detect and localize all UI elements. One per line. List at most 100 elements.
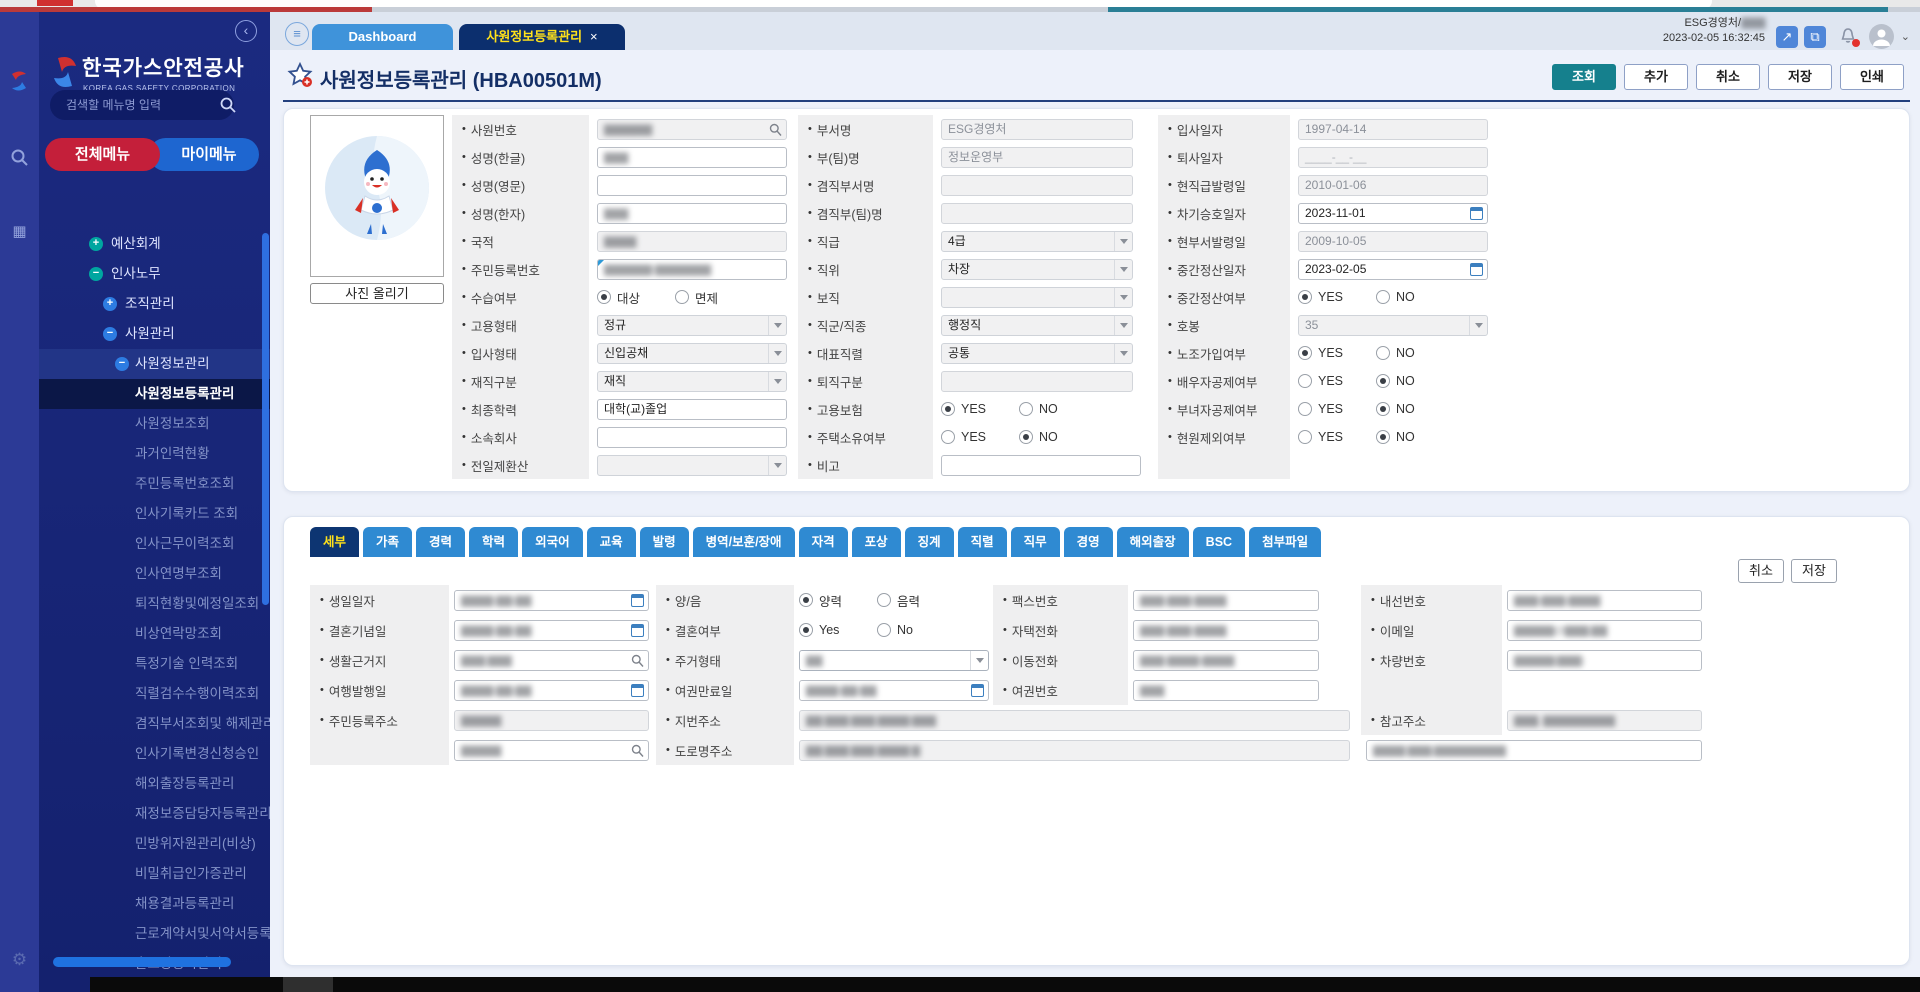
dropdown-icon[interactable] — [768, 316, 786, 335]
field-input[interactable]: ▇▇▇. ▇▇▇▇▇▇▇▇▇ — [1507, 710, 1702, 731]
radio-selected-icon[interactable] — [1376, 402, 1390, 416]
field-input[interactable]: ▇▇▇▇▇@▇▇▇.▇▇ — [1507, 620, 1702, 641]
radio-option[interactable]: Yes — [799, 623, 877, 637]
detail-tab[interactable]: 병역/보훈/장애 — [693, 527, 795, 557]
sidebar-item[interactable]: 퇴직현황및예정일조회 — [39, 589, 270, 619]
sidebar-item[interactable]: 민방위자원관리(비상) — [39, 829, 270, 859]
field-input[interactable] — [941, 203, 1133, 224]
detail-tab[interactable]: 징계 — [905, 527, 954, 557]
radio-icon[interactable] — [1298, 402, 1312, 416]
menu-search-input[interactable]: 검색할 메뉴명 입력 — [50, 90, 234, 120]
date-input[interactable]: ▇▇▇▇-▇▇-▇▇ — [454, 590, 649, 611]
radio-option[interactable]: NO — [1376, 430, 1454, 444]
radio-selected-icon[interactable] — [799, 593, 813, 607]
cancel-button[interactable]: 취소 — [1696, 64, 1760, 90]
sidebar-item[interactable]: 채용결과등록관리 — [39, 889, 270, 919]
calendar-icon[interactable] — [971, 684, 984, 697]
radio-icon[interactable] — [1298, 430, 1312, 444]
detail-tab[interactable]: 경영 — [1064, 527, 1113, 557]
notifications-bell-icon[interactable] — [1838, 26, 1860, 48]
field-select[interactable]: 35 — [1298, 315, 1488, 336]
field-input[interactable]: 2010-01-06 — [1298, 175, 1488, 196]
sidebar-item[interactable]: 과거인력현황 — [39, 439, 270, 469]
collapse-minus-icon[interactable]: − — [89, 267, 103, 281]
sidebar-item[interactable]: 근로계약서및서약서등록관리 — [39, 919, 270, 949]
tab-dashboard[interactable]: Dashboard — [312, 24, 453, 50]
detail-tab[interactable]: 첨부파일 — [1249, 527, 1321, 557]
radio-selected-icon[interactable] — [1019, 430, 1033, 444]
detail-tab[interactable]: 포상 — [852, 527, 901, 557]
radio-icon[interactable] — [941, 430, 955, 444]
rail-grid-icon[interactable]: ▦ — [0, 222, 39, 240]
field-input[interactable] — [941, 175, 1133, 196]
radio-icon[interactable] — [1019, 402, 1033, 416]
user-menu-chevron-down-icon[interactable]: ⌄ — [1901, 30, 1910, 43]
radio-icon[interactable] — [1376, 290, 1390, 304]
detail-tab[interactable]: 직무 — [1011, 527, 1060, 557]
sidebar-item[interactable]: 사원정보등록관리 — [39, 379, 270, 409]
sidebar-item[interactable]: 인사연명부조회 — [39, 559, 270, 589]
radio-icon[interactable] — [675, 290, 689, 304]
radio-icon[interactable] — [1298, 374, 1312, 388]
tab-my-menu[interactable]: 마이메뉴 — [149, 138, 259, 171]
photo-upload-button[interactable]: 사진 올리기 — [310, 283, 444, 304]
tab-close-icon[interactable]: × — [590, 29, 598, 44]
radio-icon[interactable] — [877, 593, 891, 607]
save-button[interactable]: 저장 — [1768, 64, 1832, 90]
sidebar-vertical-scrollbar[interactable] — [262, 233, 269, 605]
dropdown-icon[interactable] — [1469, 316, 1487, 335]
field-input[interactable]: ▇▇▇-▇▇▇-▇▇▇▇ — [1133, 590, 1319, 611]
calendar-icon[interactable] — [631, 594, 644, 607]
field-select[interactable]: 정규 — [597, 315, 787, 336]
radio-selected-icon[interactable] — [1298, 346, 1312, 360]
radio-option[interactable]: YES — [941, 402, 1019, 416]
detail-tab[interactable]: 세부 — [310, 527, 359, 557]
detail-tab[interactable]: 외국어 — [522, 527, 583, 557]
dropdown-icon[interactable] — [1114, 288, 1132, 307]
dropdown-icon[interactable] — [1114, 344, 1132, 363]
sidebar-item[interactable]: 주민등록번호조회 — [39, 469, 270, 499]
rail-settings-gear-icon[interactable]: ⚙ — [0, 950, 39, 970]
field-input[interactable]: ▇▇▇-▇▇▇▇-▇▇▇▇ — [1133, 650, 1319, 671]
detail-tab[interactable]: BSC — [1193, 527, 1245, 557]
field-input[interactable]: ▇▇▇▇▇(▇▇▇) — [1507, 650, 1702, 671]
date-input[interactable]: 2023-02-05 — [1298, 259, 1488, 280]
field-input[interactable]: ▇▇▇▇ — [597, 231, 787, 252]
detail-save-button[interactable]: 저장 — [1791, 559, 1837, 583]
field-input[interactable]: ____-__-__ — [1298, 147, 1488, 168]
detail-tab[interactable]: 학력 — [469, 527, 518, 557]
add-button[interactable]: 추가 — [1624, 64, 1688, 90]
field-select[interactable]: 공통 — [941, 343, 1133, 364]
dropdown-icon[interactable] — [768, 456, 786, 475]
field-input[interactable]: 정보운영부 — [941, 147, 1133, 168]
radio-selected-icon[interactable] — [1298, 290, 1312, 304]
field-input[interactable]: ▇▇▇ — [597, 203, 787, 224]
open-new-window-icon[interactable]: ↗ — [1776, 26, 1798, 48]
calendar-icon[interactable] — [631, 684, 644, 697]
search-input[interactable]: ▇▇▇ ▇▇▇ — [454, 650, 649, 671]
field-input[interactable]: ▇▇▇-▇▇▇-▇▇▇▇ — [1507, 590, 1702, 611]
field-input[interactable]: ▇▇▇▇ ▇▇▇.▇▇▇▇▇▇▇▇▇ — [1366, 740, 1702, 761]
search-input[interactable]: ▇▇▇▇▇ — [454, 740, 649, 761]
favorite-star-icon[interactable] — [287, 62, 313, 88]
expand-plus-icon[interactable]: + — [103, 297, 117, 311]
sidebar-item[interactable]: 해외출장등록관리 — [39, 769, 270, 799]
sidebar-item[interactable]: −사원정보관리 — [39, 349, 270, 379]
radio-selected-icon[interactable] — [1376, 374, 1390, 388]
field-input[interactable]: ▇▇ ▇▇▇ ▇▇▇ ▇▇▇▇ ▇ — [799, 740, 1350, 761]
collapse-minus-icon[interactable]: − — [103, 327, 117, 341]
radio-option[interactable]: YES — [1298, 290, 1376, 304]
print-button[interactable]: 인쇄 — [1840, 64, 1904, 90]
detail-tab[interactable]: 해외출장 — [1117, 527, 1189, 557]
radio-selected-icon[interactable] — [799, 623, 813, 637]
calendar-icon[interactable] — [1470, 207, 1483, 220]
radio-option[interactable]: NO — [1376, 290, 1454, 304]
radio-option[interactable]: NO — [1376, 346, 1454, 360]
field-select[interactable]: ▇▇ — [799, 650, 989, 671]
field-select[interactable]: 차장 — [941, 259, 1133, 280]
sidebar-item[interactable]: 직렬검수수행이력조회 — [39, 679, 270, 709]
field-select[interactable] — [941, 287, 1133, 308]
sidebar-horizontal-scrollbar[interactable] — [53, 957, 231, 967]
search-icon[interactable] — [631, 744, 644, 758]
sidebar-item[interactable]: −사원관리 — [39, 319, 270, 349]
